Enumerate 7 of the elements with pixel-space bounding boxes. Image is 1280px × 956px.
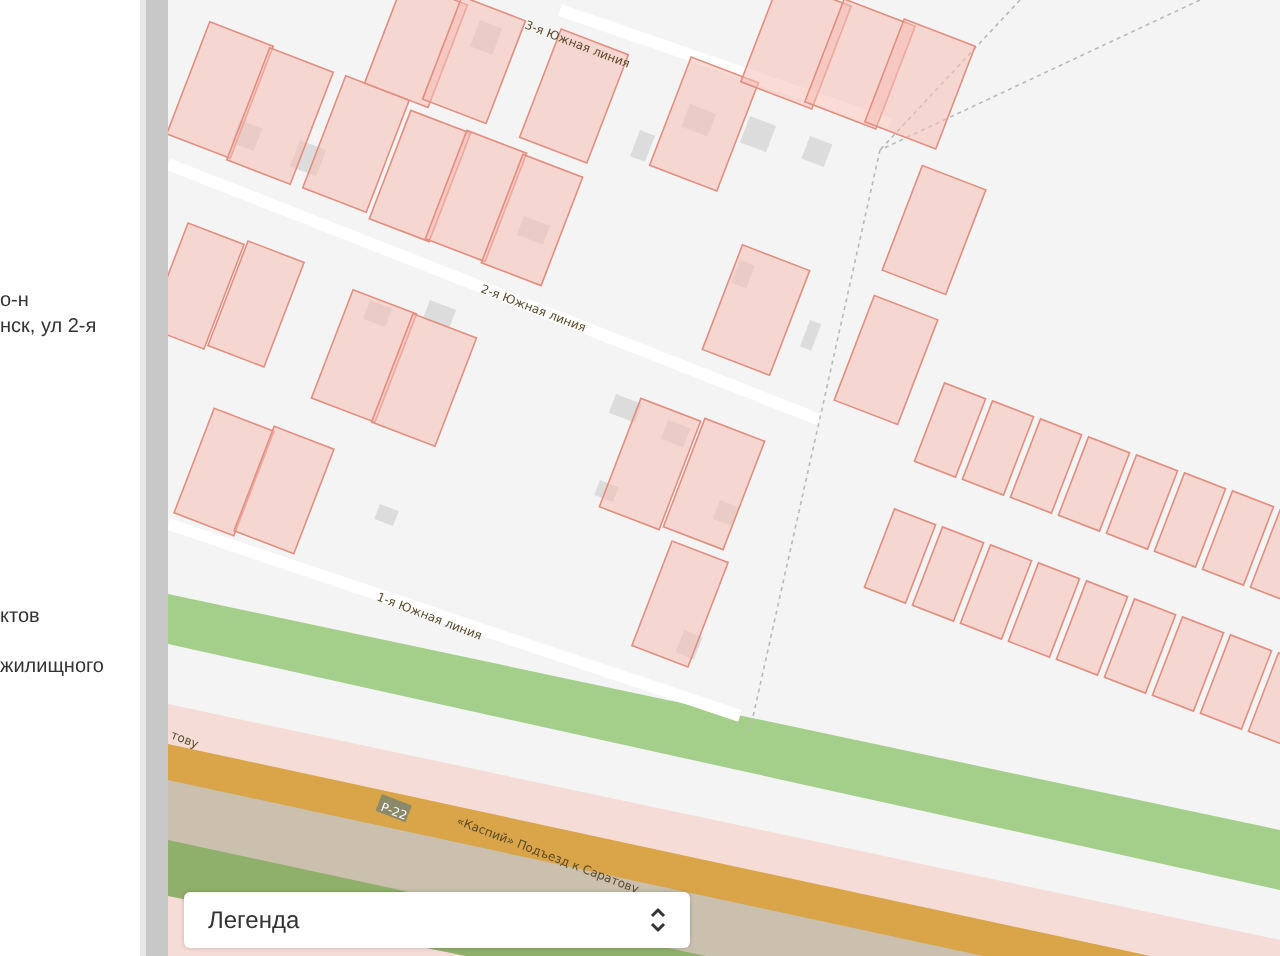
address-text: нск, ул 2-я	[0, 316, 97, 338]
chevron-up-down-icon	[650, 906, 666, 934]
legend-dropdown[interactable]: Легенда	[184, 892, 690, 948]
address-text: ктов	[0, 606, 40, 628]
scrollbar[interactable]	[140, 0, 168, 956]
address-text: жилищного	[0, 656, 104, 678]
address-text: о-н	[0, 290, 29, 312]
